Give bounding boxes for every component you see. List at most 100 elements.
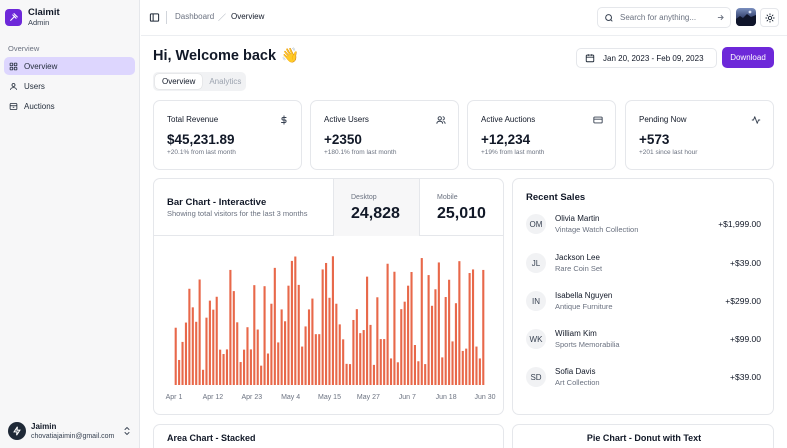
chart-bar[interactable] <box>458 261 461 385</box>
chart-bar[interactable] <box>195 321 198 385</box>
date-range-picker[interactable]: Jan 20, 2023 - Feb 09, 2023 <box>576 48 717 68</box>
chart-bar[interactable] <box>478 358 481 385</box>
metric-mobile[interactable]: Mobile 25,010 <box>419 179 503 236</box>
chart-bar[interactable] <box>239 362 242 385</box>
chart-bar[interactable] <box>284 321 287 385</box>
chart-bar[interactable] <box>280 309 283 385</box>
chart-bar[interactable] <box>482 269 485 385</box>
search-box[interactable] <box>597 7 731 28</box>
list-item[interactable]: IN Isabella Nguyen Antique Furniture +$2… <box>526 289 761 313</box>
chart-bar[interactable] <box>263 286 266 385</box>
chart-bar[interactable] <box>225 349 229 385</box>
search-input[interactable] <box>620 13 710 22</box>
chart-bar[interactable] <box>389 358 393 385</box>
chart-bar[interactable] <box>362 330 365 385</box>
chart-bar[interactable] <box>270 303 273 385</box>
sidebar-item-overview[interactable]: Overview <box>4 57 135 75</box>
chart-bar[interactable] <box>468 273 471 385</box>
chart-bar[interactable] <box>376 297 379 385</box>
chart-bar[interactable] <box>410 272 413 385</box>
chart-bar[interactable] <box>427 275 430 385</box>
chart-bar[interactable] <box>318 334 321 385</box>
chart-bar[interactable] <box>437 262 440 385</box>
breadcrumb-dashboard[interactable]: Dashboard <box>175 12 214 21</box>
chart-bar[interactable] <box>352 319 355 385</box>
user-menu[interactable]: Jaimin chovatiajaimin@gmail.com <box>4 418 135 444</box>
chart-bar[interactable] <box>311 298 314 385</box>
chart-bar[interactable] <box>273 267 276 385</box>
chart-bar[interactable] <box>454 303 458 385</box>
chart-bar[interactable] <box>366 276 369 385</box>
chart-bar[interactable] <box>201 369 205 385</box>
chart-bar[interactable] <box>184 322 188 385</box>
chart-bar[interactable] <box>304 326 307 385</box>
chart-bar[interactable] <box>181 341 184 385</box>
list-item[interactable]: SD Sofia Davis Art Collection +$39.00 <box>526 365 761 389</box>
list-item[interactable]: WK William Kim Sports Memorabilia +$99.0… <box>526 327 761 351</box>
chart-bar[interactable] <box>345 363 348 385</box>
chart-bar[interactable] <box>465 348 468 385</box>
list-item[interactable]: JL Jackson Lee Rare Coin Set +$39.00 <box>526 251 761 275</box>
sidebar-toggle-icon[interactable] <box>149 12 160 23</box>
chart-bar[interactable] <box>342 339 345 385</box>
sidebar-item-users[interactable]: Users <box>4 77 135 95</box>
chart-bar[interactable] <box>335 303 338 385</box>
chart-bar[interactable] <box>372 364 375 385</box>
chart-bar[interactable] <box>174 327 177 385</box>
chart-bar[interactable] <box>417 361 420 385</box>
chart-bar[interactable] <box>222 354 225 385</box>
chart-bar[interactable] <box>260 365 263 385</box>
chart-bar[interactable] <box>246 327 249 385</box>
chart-bar[interactable] <box>290 260 293 385</box>
chart-bar[interactable] <box>403 301 406 385</box>
chart-bar[interactable] <box>355 309 358 385</box>
chart-bar[interactable] <box>420 258 423 385</box>
chart-bar[interactable] <box>301 346 304 385</box>
chart-bar[interactable] <box>424 364 427 385</box>
chart-bar[interactable] <box>212 309 215 385</box>
chart-bar[interactable] <box>178 359 181 385</box>
chart-bar[interactable] <box>229 269 232 385</box>
chart-bar[interactable] <box>338 324 341 385</box>
tab-overview[interactable]: Overview <box>155 74 203 89</box>
chart-bar[interactable] <box>243 349 246 385</box>
chart-bar[interactable] <box>191 307 194 385</box>
chart-bar[interactable] <box>307 309 311 385</box>
chart-bar[interactable] <box>266 353 270 385</box>
chart-bar[interactable] <box>471 269 475 385</box>
download-button[interactable]: Download <box>722 47 774 68</box>
chart-bar[interactable] <box>277 342 280 385</box>
chart-bar[interactable] <box>413 345 416 385</box>
chart-bar[interactable] <box>407 285 410 385</box>
chart-bar[interactable] <box>448 279 451 385</box>
chart-bar[interactable] <box>383 339 386 385</box>
chart-bar[interactable] <box>369 324 372 385</box>
chart-bar[interactable] <box>475 346 478 385</box>
chart-bar[interactable] <box>205 317 208 385</box>
chart-bar[interactable] <box>249 349 252 385</box>
chart-bar[interactable] <box>294 256 297 385</box>
chart-bar[interactable] <box>256 329 259 385</box>
chart-bar[interactable] <box>396 362 399 385</box>
chart-bar[interactable] <box>215 296 218 385</box>
list-item[interactable]: OM Olivia Martin Vintage Watch Collectio… <box>526 212 761 236</box>
chart-bar[interactable] <box>451 341 454 385</box>
chart-bar[interactable] <box>386 263 389 385</box>
chart-bar[interactable] <box>434 289 437 385</box>
chart-bar[interactable] <box>198 279 201 385</box>
chart-bar[interactable] <box>232 291 235 385</box>
chart-bar[interactable] <box>379 339 382 385</box>
brand[interactable]: Claimit Admin <box>5 7 60 27</box>
chart-bar[interactable] <box>400 309 403 385</box>
chart-bar[interactable] <box>430 305 434 385</box>
chart-bar[interactable] <box>441 357 444 385</box>
chart-bar[interactable] <box>328 297 331 385</box>
chart-bar[interactable] <box>321 269 324 385</box>
chart-bar[interactable] <box>188 288 191 385</box>
chart-bar[interactable] <box>393 271 396 385</box>
chart-bar[interactable] <box>297 284 300 385</box>
chart-bar[interactable] <box>236 322 239 385</box>
chart-bar[interactable] <box>287 285 290 385</box>
chart-bar[interactable] <box>253 285 256 385</box>
chart-bar[interactable] <box>461 350 464 385</box>
